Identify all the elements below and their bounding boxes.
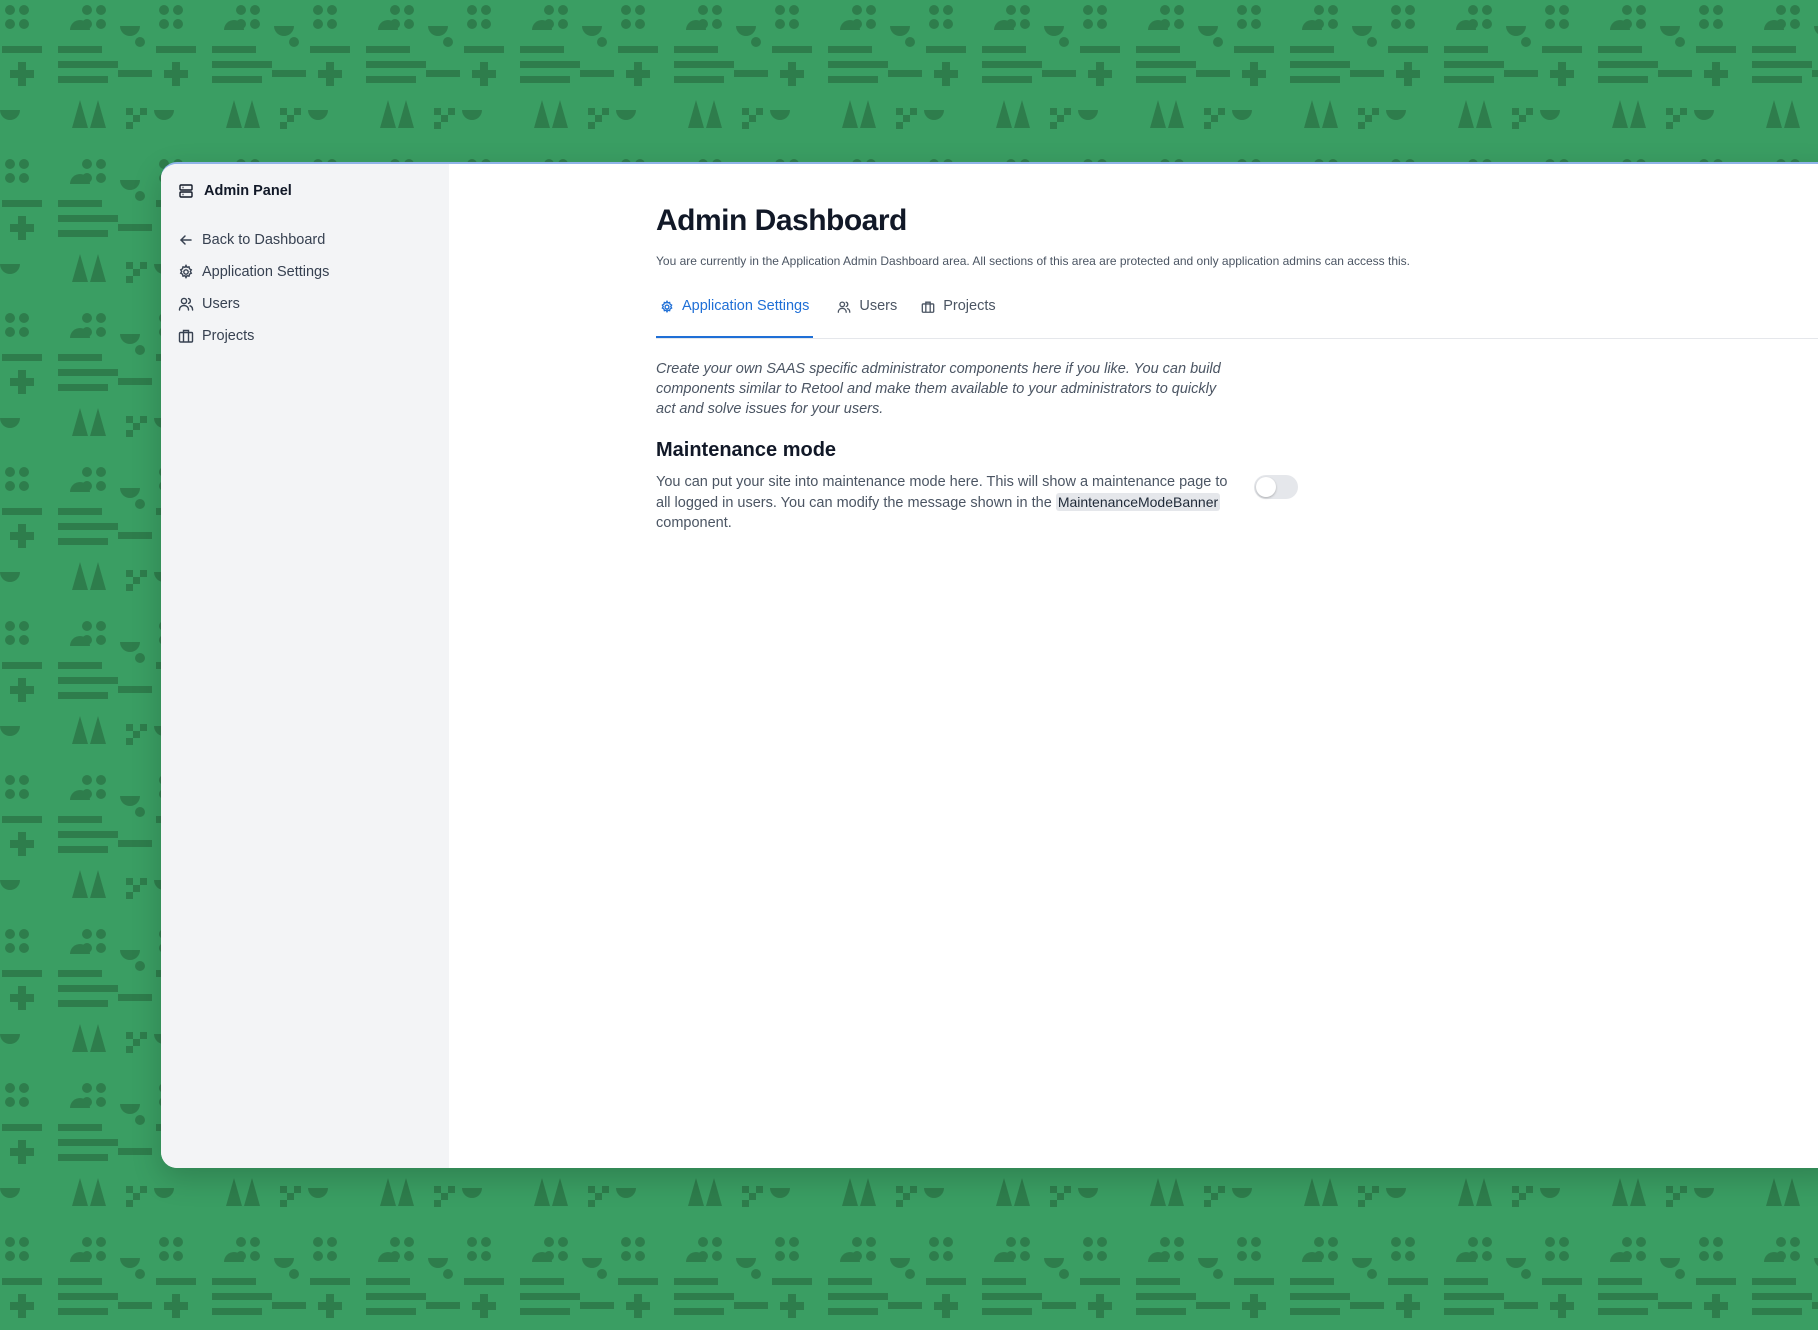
- page-title: Admin Dashboard: [656, 204, 907, 237]
- tab-label: Application Settings: [682, 298, 810, 314]
- users-icon: [837, 300, 851, 314]
- toggle-knob: [1256, 477, 1276, 497]
- sidebar-item-label: Projects: [202, 328, 255, 344]
- maintenance-desc-suffix: component.: [656, 515, 732, 531]
- tab-label: Projects: [943, 298, 996, 314]
- tab-application-settings[interactable]: Application Settings: [656, 296, 814, 338]
- sidebar: Admin Panel Back to Dashboard Applicatio…: [161, 164, 449, 1168]
- sidebar-item-application-settings[interactable]: Application Settings: [175, 256, 449, 288]
- sidebar-item-label: Users: [202, 296, 240, 312]
- intro-text: Create your own SAAS specific administra…: [656, 361, 1221, 417]
- briefcase-icon: [921, 300, 935, 314]
- arrow-left-icon: [178, 232, 194, 248]
- users-icon: [178, 296, 194, 312]
- brand-label: Admin Panel: [204, 183, 292, 199]
- sidebar-item-back-to-dashboard[interactable]: Back to Dashboard: [175, 224, 449, 256]
- tab-users[interactable]: Users: [837, 296, 897, 338]
- page-subtitle: You are currently in the Application Adm…: [656, 254, 1410, 268]
- tab-projects[interactable]: Projects: [921, 296, 996, 338]
- sidebar-item-label: Back to Dashboard: [202, 232, 326, 248]
- sidebar-nav: Back to Dashboard Application Settings U…: [175, 224, 449, 352]
- gear-icon: [178, 264, 194, 280]
- server-icon: [178, 183, 194, 199]
- app-window: Admin Panel Back to Dashboard Applicatio…: [161, 162, 1818, 1168]
- sidebar-brand[interactable]: Admin Panel: [178, 178, 449, 204]
- code-snippet: MaintenanceModeBanner: [1055, 493, 1221, 511]
- sidebar-item-users[interactable]: Users: [175, 288, 449, 320]
- briefcase-icon: [178, 328, 194, 344]
- tab-bar: Application Settings Users Projects: [656, 296, 1818, 339]
- maintenance-row: You can put your site into maintenance m…: [656, 472, 1818, 533]
- maintenance-description: You can put your site into maintenance m…: [656, 472, 1236, 533]
- maintenance-mode-toggle[interactable]: [1254, 475, 1298, 499]
- maintenance-title: Maintenance mode: [656, 439, 837, 461]
- sidebar-item-projects[interactable]: Projects: [175, 320, 449, 352]
- sidebar-item-label: Application Settings: [202, 264, 330, 280]
- tab-label: Users: [859, 298, 898, 314]
- main-content: Admin Dashboard You are currently in the…: [449, 164, 1818, 1168]
- gear-icon: [660, 299, 674, 314]
